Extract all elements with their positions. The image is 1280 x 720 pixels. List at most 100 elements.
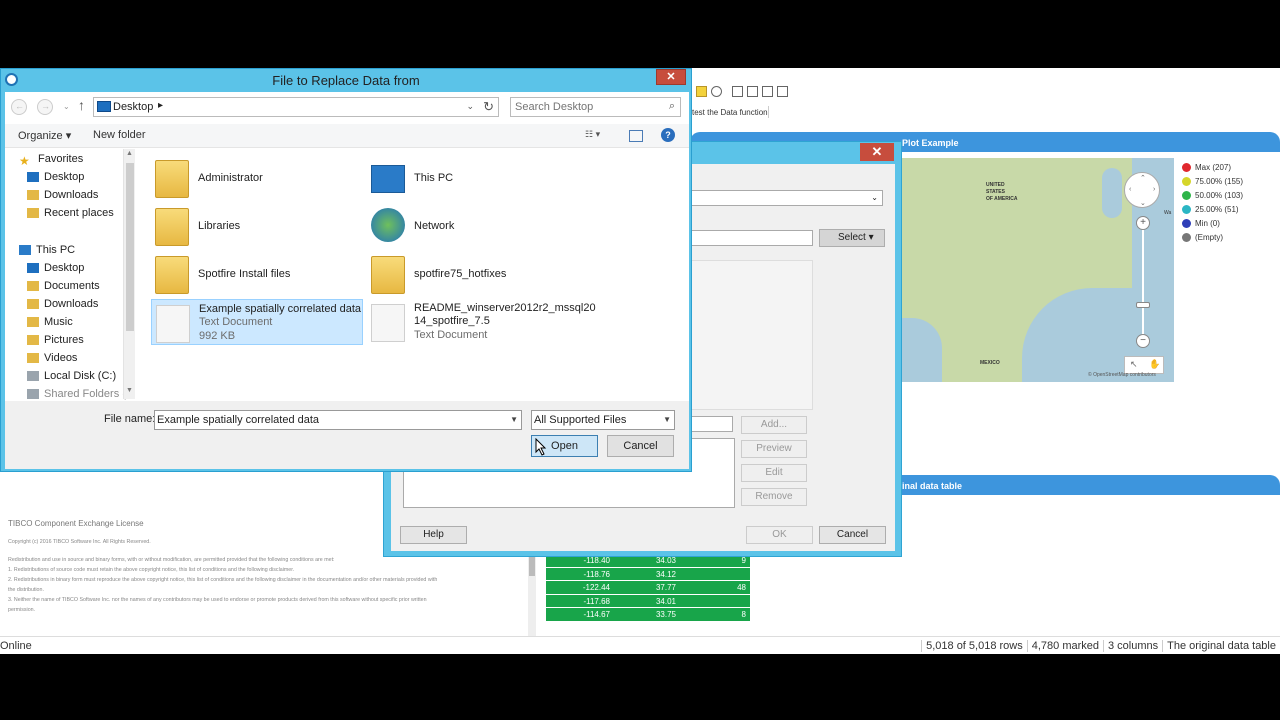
file-dialog-titlebar[interactable]: File to Replace Data from ✕: [1, 69, 691, 91]
legend-item[interactable]: Min (0): [1182, 216, 1280, 230]
transform-dropdown[interactable]: [691, 416, 733, 432]
nav-pc-downloads[interactable]: Downloads: [27, 298, 98, 316]
preview-pane-icon[interactable]: [629, 130, 643, 142]
nav-favorites[interactable]: ★ Favorites: [19, 153, 83, 171]
map-zoom-track[interactable]: [1142, 224, 1144, 344]
forward-button[interactable]: →: [37, 99, 53, 115]
preview-button[interactable]: Preview: [741, 440, 807, 458]
file-item-spotfire-install[interactable]: Spotfire Install files: [151, 251, 363, 297]
map-pan-control[interactable]: ⌃ ⌄ ‹ ›: [1124, 172, 1160, 208]
legend-item[interactable]: Max (207): [1182, 160, 1280, 174]
hand-icon[interactable]: ✋: [1149, 359, 1160, 370]
file-item-hotfixes[interactable]: spotfire75_hotfixes: [367, 251, 579, 297]
select-button[interactable]: Select ▾: [819, 229, 885, 247]
mid-cancel-button[interactable]: Cancel: [819, 526, 886, 544]
edit-button[interactable]: Edit: [741, 464, 807, 482]
help-icon[interactable]: ?: [661, 128, 675, 142]
file-item-example-data[interactable]: Example spatially correlated data Text D…: [151, 299, 363, 345]
table-row[interactable]: -117.68 34.01: [546, 594, 750, 608]
table-row[interactable]: -118.76 34.12: [546, 567, 750, 581]
legend-dot-icon: [1182, 204, 1191, 214]
nav-recent-places[interactable]: Recent places: [27, 207, 114, 225]
maximize-icon[interactable]: [777, 86, 788, 97]
file-name-label: File name:: [104, 413, 156, 425]
chevron-down-icon[interactable]: ⌄: [466, 101, 474, 112]
gear-icon[interactable]: [711, 86, 722, 97]
file-item-this-pc[interactable]: This PC: [367, 155, 579, 201]
legend-item[interactable]: 25.00% (51): [1182, 202, 1280, 216]
scroll-thumb[interactable]: [126, 163, 134, 331]
file-type-select[interactable]: All Supported Files ▼: [531, 410, 675, 430]
nav-documents[interactable]: Documents: [27, 280, 100, 298]
layout-rows-icon[interactable]: [762, 86, 773, 97]
nav-pictures[interactable]: Pictures: [27, 334, 84, 352]
chevron-right-icon[interactable]: ▸: [158, 100, 163, 111]
file-item-readme[interactable]: README_winserver2012r2_mssql20 14_spotfi…: [367, 299, 596, 345]
organize-menu[interactable]: Organize ▾: [18, 129, 71, 142]
nav-shared-folders[interactable]: Shared Folders (\: [27, 388, 129, 401]
chevron-down-icon[interactable]: ▼: [510, 415, 518, 424]
ok-button[interactable]: OK: [746, 526, 813, 544]
zoom-slider-handle[interactable]: [1136, 302, 1150, 308]
source-dropdown[interactable]: ⌄: [691, 190, 883, 206]
layout-columns-icon[interactable]: [747, 86, 758, 97]
search-box[interactable]: ⌕: [510, 97, 681, 117]
nav-this-pc[interactable]: This PC: [19, 244, 75, 262]
legend-item[interactable]: (Empty): [1182, 230, 1280, 244]
nav-pc-desktop[interactable]: Desktop: [27, 262, 84, 280]
breadcrumb-desktop[interactable]: Desktop: [113, 101, 153, 113]
nav-music[interactable]: Music: [27, 316, 73, 334]
remove-button[interactable]: Remove: [741, 488, 807, 506]
scroll-down-icon[interactable]: ▼: [126, 387, 133, 394]
data-table[interactable]: -118.40 34.03 9 -118.76 34.12 -122.44 37.77 4…: [546, 554, 750, 622]
computer-icon: [371, 165, 405, 193]
cancel-button[interactable]: Cancel: [607, 435, 674, 457]
nav-videos[interactable]: Videos: [27, 352, 77, 370]
change-view-icon[interactable]: ☷ ▾: [585, 129, 613, 143]
table-row[interactable]: -114.67 33.75 8: [546, 608, 750, 622]
nav-scrollbar[interactable]: ▲ ▼: [123, 149, 135, 399]
lake-water: [1102, 168, 1122, 218]
help-button[interactable]: Help: [400, 526, 467, 544]
nav-local-disk[interactable]: Local Disk (C:): [27, 370, 116, 388]
table-row[interactable]: -122.44 37.77 48: [546, 581, 750, 595]
legend-item[interactable]: 75.00% (155): [1182, 174, 1280, 188]
close-button[interactable]: ✕: [656, 69, 686, 85]
file-item-network[interactable]: Network: [367, 203, 579, 249]
folder-icon: [155, 256, 189, 294]
path-breadcrumb[interactable]: Desktop ▸ ⌄ ↻: [93, 97, 499, 117]
back-button[interactable]: ←: [11, 99, 27, 115]
legend-item[interactable]: 50.00% (103): [1182, 188, 1280, 202]
map-chart[interactable]: UNITED STATES OF AMERICA MEXICO Wa ⌃ ⌄ ‹…: [902, 158, 1174, 382]
layout-grid-icon[interactable]: [732, 86, 743, 97]
status-table[interactable]: The original data table: [1162, 640, 1280, 652]
nav-desktop[interactable]: Desktop: [27, 171, 84, 189]
file-item-libraries[interactable]: Libraries: [151, 203, 363, 249]
pointer-icon[interactable]: ↖: [1130, 359, 1138, 370]
search-input[interactable]: [515, 100, 655, 114]
close-button[interactable]: ✕: [860, 143, 894, 161]
file-name-input[interactable]: [157, 413, 497, 427]
legend-dot-icon: [1182, 232, 1191, 242]
file-item-administrator[interactable]: Administrator: [151, 155, 363, 201]
refresh-icon[interactable]: ↻: [483, 99, 494, 115]
add-button[interactable]: Add...: [741, 416, 807, 434]
file-name-combobox[interactable]: ▼: [154, 410, 522, 430]
pictures-folder-icon: [27, 335, 39, 346]
downloads-folder-icon: [27, 190, 39, 201]
new-folder-button[interactable]: New folder: [93, 129, 146, 141]
source-path-field[interactable]: [691, 230, 813, 246]
scroll-thumb[interactable]: [529, 556, 535, 576]
scroll-up-icon[interactable]: ▲: [126, 150, 133, 157]
map-label-usa: UNITED STATES OF AMERICA: [986, 182, 1018, 202]
chart-icon[interactable]: [696, 86, 707, 97]
zoom-out-button[interactable]: −: [1136, 334, 1150, 348]
nav-downloads[interactable]: Downloads: [27, 189, 98, 207]
status-marked: 4,780 marked: [1026, 640, 1103, 652]
chevron-down-icon[interactable]: ▼: [663, 415, 671, 424]
page-tab[interactable]: test the Data function: [692, 108, 768, 117]
up-button[interactable]: ↑: [78, 97, 85, 113]
recent-locations-icon[interactable]: ⌄: [63, 102, 70, 111]
search-icon[interactable]: ⌕: [669, 100, 675, 113]
zoom-in-button[interactable]: +: [1136, 216, 1150, 230]
